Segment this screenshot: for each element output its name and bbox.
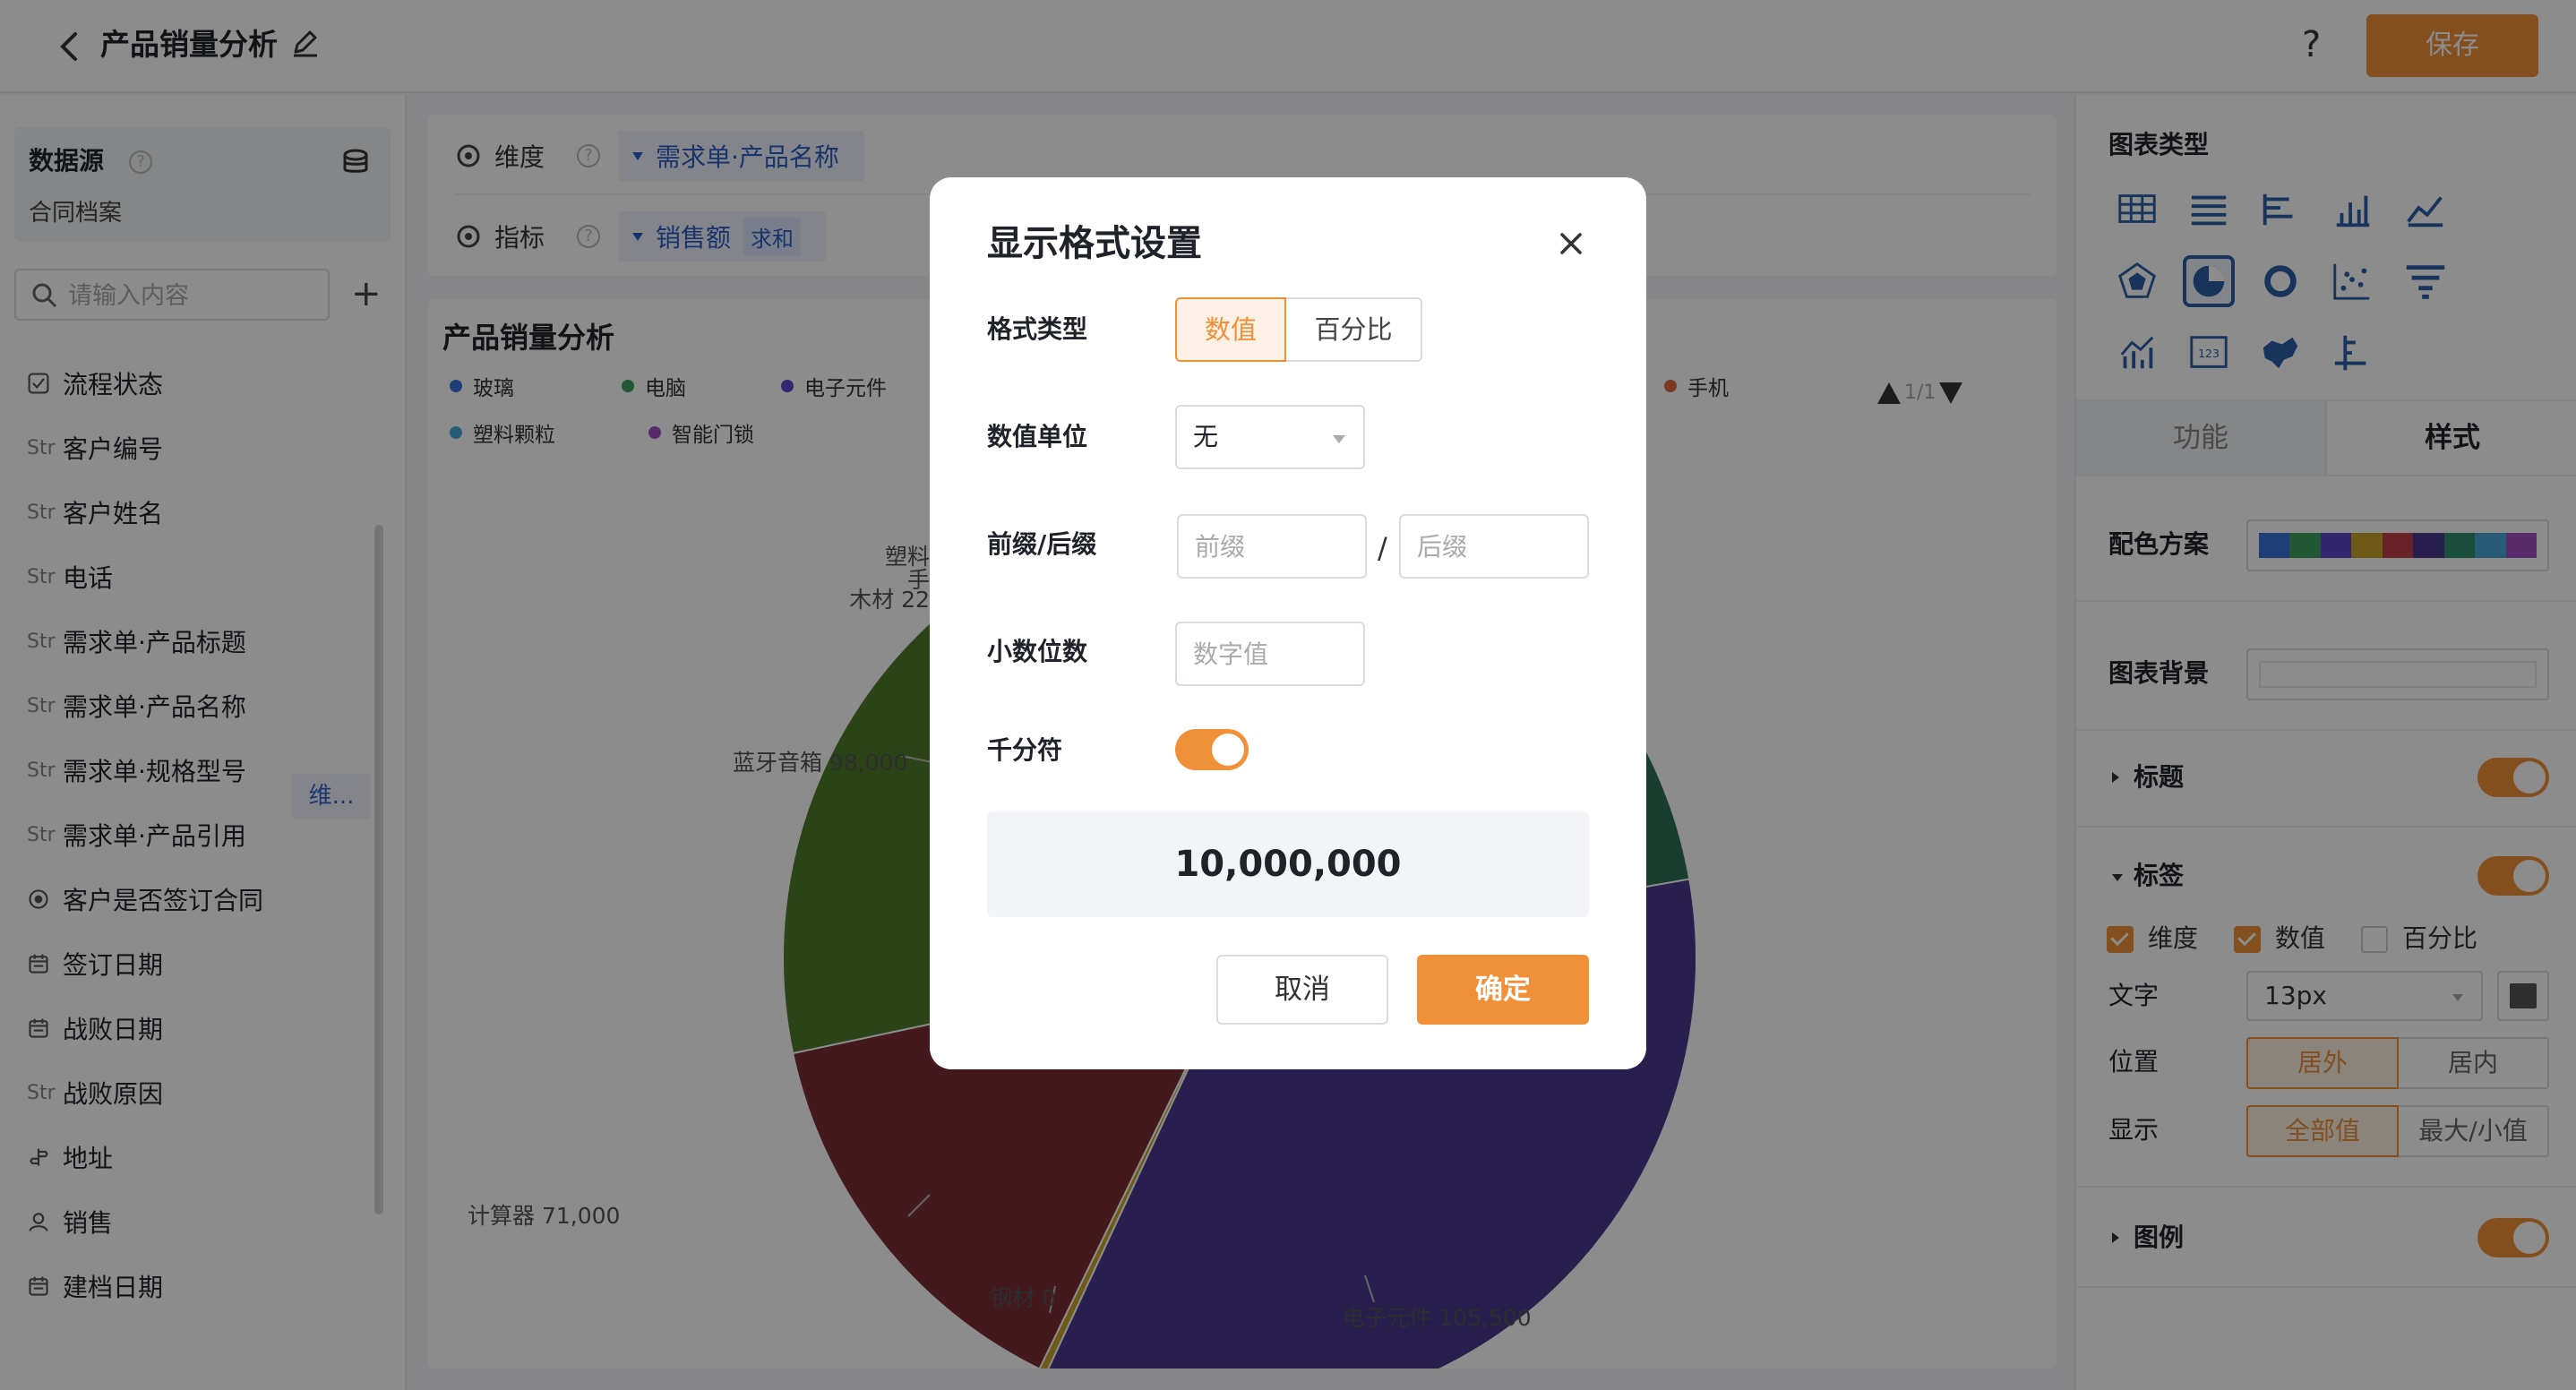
caret-down-icon xyxy=(1333,435,1345,443)
affix-label: 前缀/后缀 xyxy=(987,529,1097,559)
close-icon[interactable] xyxy=(1550,222,1593,265)
decimal-input[interactable] xyxy=(1175,622,1365,686)
format-preview: 10,000,000 xyxy=(987,811,1589,917)
unit-value: 无 xyxy=(1193,422,1219,451)
format-settings-dialog: 显示格式设置 格式类型 数值 百分比 数值单位 无 前缀/后缀 / 小数位数 千… xyxy=(930,177,1646,1069)
toggle-knob xyxy=(1212,734,1244,766)
thousands-label: 千分符 xyxy=(987,735,1063,765)
dialog-title: 显示格式设置 xyxy=(987,223,1202,264)
prefix-input[interactable] xyxy=(1177,514,1367,579)
format-type-label: 格式类型 xyxy=(987,314,1088,344)
decimal-label: 小数位数 xyxy=(987,637,1088,666)
unit-select[interactable]: 无 xyxy=(1175,405,1365,469)
confirm-button[interactable]: 确定 xyxy=(1417,955,1589,1025)
cancel-button[interactable]: 取消 xyxy=(1216,955,1388,1025)
format-value-option[interactable]: 数值 xyxy=(1175,297,1286,362)
format-type-segmented: 数值 百分比 xyxy=(1175,297,1422,362)
unit-label: 数值单位 xyxy=(987,422,1088,451)
format-percent-option[interactable]: 百分比 xyxy=(1286,297,1422,362)
suffix-input[interactable] xyxy=(1399,514,1589,579)
thousands-separator-toggle[interactable] xyxy=(1175,729,1249,770)
affix-separator: / xyxy=(1378,531,1387,565)
